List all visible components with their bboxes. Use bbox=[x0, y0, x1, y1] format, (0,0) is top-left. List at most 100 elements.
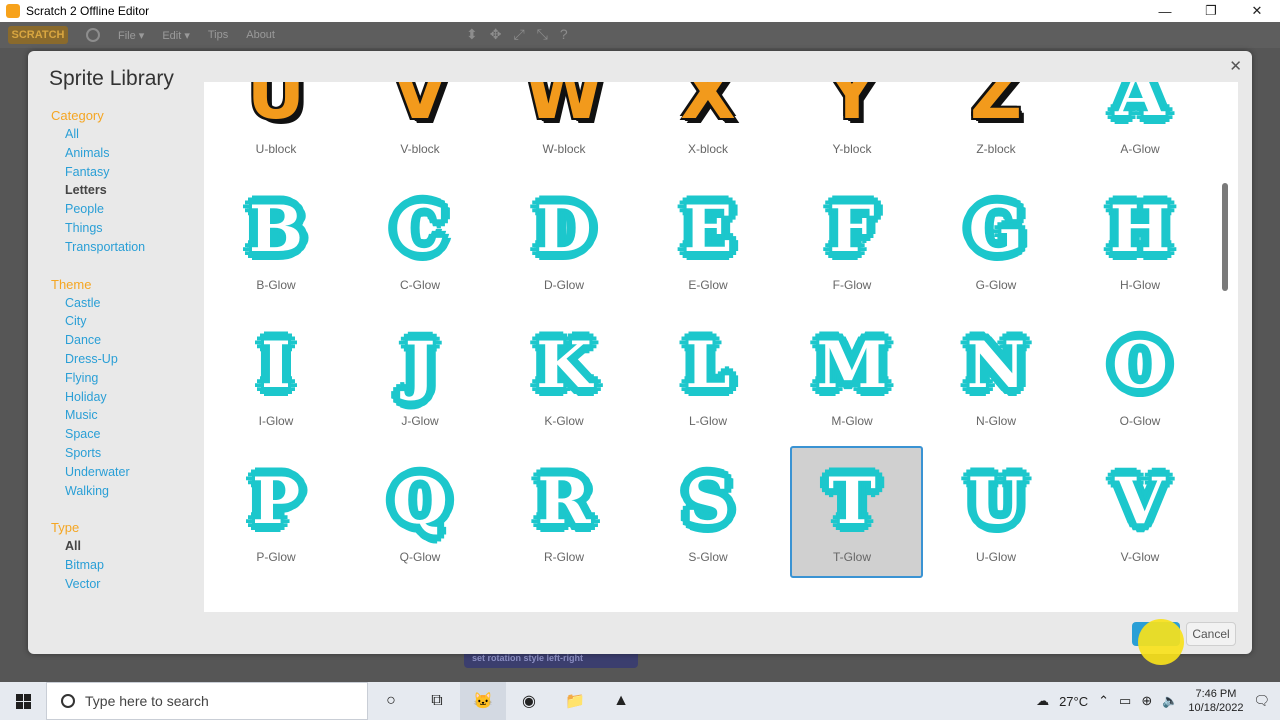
language-globe-icon[interactable] bbox=[86, 28, 100, 42]
category-heading: Category bbox=[51, 108, 104, 123]
sprite-letter-glyph: U bbox=[968, 463, 1024, 539]
type-filter-all[interactable]: All bbox=[51, 537, 211, 556]
edit-menu[interactable]: Edit ▾ bbox=[162, 29, 190, 42]
sprite-tile-e-glow[interactable]: E E-Glow bbox=[636, 166, 780, 302]
cut-tool-icon[interactable]: ✥ bbox=[490, 26, 502, 43]
sprite-thumbnail: T bbox=[802, 456, 902, 546]
sprite-thumbnail: F bbox=[802, 184, 902, 274]
sprite-tile-i-glow[interactable]: I I-Glow bbox=[204, 302, 348, 438]
dialog-close-icon[interactable]: ✕ bbox=[1229, 57, 1242, 75]
sprite-tile-p-glow[interactable]: P P-Glow bbox=[204, 438, 348, 574]
network-icon[interactable]: ⊕ bbox=[1141, 693, 1152, 709]
sprite-thumbnail: Z bbox=[946, 82, 1046, 138]
category-filter-transportation[interactable]: Transportation bbox=[51, 238, 211, 257]
sprite-tile-d-glow[interactable]: D D-Glow bbox=[492, 166, 636, 302]
weather-icon[interactable]: ☁ bbox=[1036, 693, 1049, 709]
battery-icon[interactable]: ▭ bbox=[1119, 693, 1131, 709]
tray-chevron-icon[interactable]: ⌃ bbox=[1098, 693, 1109, 709]
theme-filter-underwater[interactable]: Underwater bbox=[51, 463, 211, 482]
type-filter-vector[interactable]: Vector bbox=[51, 575, 211, 594]
sprite-name-label: M-Glow bbox=[831, 414, 873, 428]
grow-tool-icon[interactable]: ⤢ bbox=[513, 26, 524, 43]
sprite-tile-l-glow[interactable]: L L-Glow bbox=[636, 302, 780, 438]
sprite-name-label: L-Glow bbox=[688, 414, 727, 428]
maximize-button[interactable]: ❐ bbox=[1188, 0, 1234, 22]
category-filter-animals[interactable]: Animals bbox=[51, 144, 211, 163]
type-filter-bitmap[interactable]: Bitmap bbox=[51, 556, 211, 575]
sprite-tile-u-block[interactable]: U U-block bbox=[204, 82, 348, 166]
notifications-icon[interactable]: 🗨 bbox=[1253, 693, 1270, 709]
sprite-letter-glyph: I bbox=[261, 327, 291, 403]
category-filter-all[interactable]: All bbox=[51, 125, 211, 144]
sprite-tile-o-glow[interactable]: O O-Glow bbox=[1068, 302, 1212, 438]
cancel-button[interactable]: Cancel bbox=[1186, 622, 1236, 646]
sprite-tile-m-glow[interactable]: M M-Glow bbox=[780, 302, 924, 438]
search-placeholder: Type here to search bbox=[85, 693, 209, 709]
shrink-tool-icon[interactable]: ⤡ bbox=[537, 26, 548, 43]
theme-filter-castle[interactable]: Castle bbox=[51, 294, 211, 313]
sprite-tile-s-glow[interactable]: S S-Glow bbox=[636, 438, 780, 574]
theme-filter-space[interactable]: Space bbox=[51, 425, 211, 444]
theme-filter-dress-up[interactable]: Dress-Up bbox=[51, 350, 211, 369]
window-title: Scratch 2 Offline Editor bbox=[26, 4, 150, 18]
sprite-tile-v-block[interactable]: V V-block bbox=[348, 82, 492, 166]
sprite-grid-scrollbar[interactable] bbox=[1220, 91, 1230, 603]
cortana-icon[interactable]: ○ bbox=[368, 682, 414, 720]
sprite-tile-w-block[interactable]: W W-block bbox=[492, 82, 636, 166]
theme-filter-sports[interactable]: Sports bbox=[51, 444, 211, 463]
sprite-letter-glyph: F bbox=[829, 191, 875, 267]
sprite-name-label: K-Glow bbox=[544, 414, 584, 428]
sprite-name-label: Z-block bbox=[976, 142, 1016, 156]
theme-filter-music[interactable]: Music bbox=[51, 406, 211, 425]
sprite-tile-x-block[interactable]: X X-block bbox=[636, 82, 780, 166]
sprite-name-label: X-block bbox=[687, 142, 728, 156]
theme-filter-dance[interactable]: Dance bbox=[51, 331, 211, 350]
theme-filter-holiday[interactable]: Holiday bbox=[51, 388, 211, 407]
task-view-icon[interactable]: ⧉ bbox=[414, 682, 460, 720]
taskbar-clock[interactable]: 7:46 PM 10/18/2022 bbox=[1188, 687, 1243, 715]
sprite-tile-g-glow[interactable]: G G-Glow bbox=[924, 166, 1068, 302]
sprite-tile-n-glow[interactable]: N N-Glow bbox=[924, 302, 1068, 438]
sprite-tile-r-glow[interactable]: R R-Glow bbox=[492, 438, 636, 574]
category-filter-fantasy[interactable]: Fantasy bbox=[51, 163, 211, 182]
sprite-tile-k-glow[interactable]: K K-Glow bbox=[492, 302, 636, 438]
sprite-thumbnail: P bbox=[226, 456, 326, 546]
sprite-tile-z-block[interactable]: Z Z-block bbox=[924, 82, 1068, 166]
weather-temperature[interactable]: 27°C bbox=[1059, 694, 1088, 709]
theme-filter-city[interactable]: City bbox=[51, 312, 211, 331]
scratch-logo[interactable]: SCRATCH bbox=[8, 26, 68, 44]
theme-filter-flying[interactable]: Flying bbox=[51, 369, 211, 388]
minimize-button[interactable]: — bbox=[1142, 0, 1188, 22]
sprite-tile-y-block[interactable]: Y Y-block bbox=[780, 82, 924, 166]
taskbar-search[interactable]: Type here to search bbox=[46, 682, 368, 720]
sprite-tile-u-glow[interactable]: U U-Glow bbox=[924, 438, 1068, 574]
file-menu[interactable]: File ▾ bbox=[118, 29, 144, 42]
category-filter-people[interactable]: People bbox=[51, 200, 211, 219]
sprite-tile-j-glow[interactable]: J J-Glow bbox=[348, 302, 492, 438]
sprite-tile-b-glow[interactable]: B B-Glow bbox=[204, 166, 348, 302]
about-menu[interactable]: About bbox=[246, 29, 275, 41]
app-taskbar-icon[interactable]: ▲ bbox=[598, 682, 644, 720]
sprite-tile-t-glow[interactable]: T T-Glow bbox=[780, 438, 924, 578]
sprite-thumbnail: J bbox=[370, 320, 470, 410]
category-filter-things[interactable]: Things bbox=[51, 219, 211, 238]
help-tool-icon[interactable]: ? bbox=[560, 26, 568, 43]
sprite-tile-v-glow[interactable]: V V-Glow bbox=[1068, 438, 1212, 574]
screen-recorder-taskbar-icon[interactable]: ◉ bbox=[506, 682, 552, 720]
sprite-tile-q-glow[interactable]: Q Q-Glow bbox=[348, 438, 492, 574]
start-button[interactable] bbox=[0, 682, 46, 720]
file-explorer-taskbar-icon[interactable]: 📁 bbox=[552, 682, 598, 720]
sprite-tile-c-glow[interactable]: C C-Glow bbox=[348, 166, 492, 302]
theme-filter-walking[interactable]: Walking bbox=[51, 482, 211, 501]
volume-icon[interactable]: 🔈 bbox=[1162, 693, 1178, 709]
close-window-button[interactable]: ✕ bbox=[1234, 0, 1280, 22]
tips-menu[interactable]: Tips bbox=[208, 29, 228, 41]
duplicate-tool-icon[interactable]: ⬍ bbox=[466, 26, 478, 43]
category-filter-letters[interactable]: Letters bbox=[51, 181, 211, 200]
sprite-tile-f-glow[interactable]: F F-Glow bbox=[780, 166, 924, 302]
scratch-taskbar-icon[interactable]: 🐱 bbox=[460, 682, 506, 720]
sprite-tile-a-glow[interactable]: A A-Glow bbox=[1068, 82, 1212, 166]
sprite-tile-h-glow[interactable]: H H-Glow bbox=[1068, 166, 1212, 302]
sprite-name-label: Y-block bbox=[832, 142, 872, 156]
scrollbar-thumb[interactable] bbox=[1222, 183, 1228, 291]
